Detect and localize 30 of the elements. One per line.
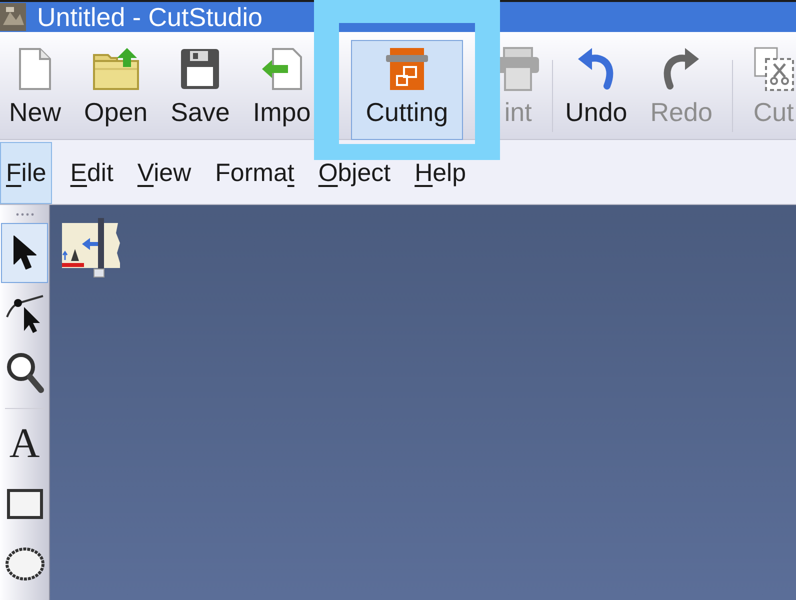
menu-item[interactable]: View [131, 142, 198, 204]
open-button[interactable]: Open [79, 40, 153, 140]
app-icon [0, 3, 26, 31]
cutting-button[interactable]: Cutting [350, 40, 464, 140]
rectangle-icon [6, 489, 42, 519]
magnifier-icon [6, 352, 44, 394]
arrow-cursor-icon [12, 235, 38, 271]
import-button[interactable]: Impo [248, 40, 316, 140]
node-cursor-icon [6, 293, 44, 333]
document-arrow-icon [262, 48, 302, 90]
menu-item[interactable]: Help [408, 142, 472, 204]
redo-icon [662, 48, 700, 90]
undo-icon [577, 48, 616, 90]
new-button[interactable]: New [4, 40, 66, 140]
ellipse-icon [4, 547, 44, 581]
menu-item[interactable]: Format [209, 142, 300, 204]
text-tool-button[interactable]: A [1, 414, 48, 474]
menu-item[interactable]: File [0, 142, 52, 204]
document-icon [19, 48, 51, 90]
window-title: Untitled - CutStudio [37, 2, 262, 32]
folder-arrow-icon [92, 48, 139, 90]
media-sheet-icon [62, 218, 122, 278]
menu-item[interactable]: Object [312, 142, 397, 204]
scissors-icon [754, 47, 794, 91]
menu-item[interactable]: Edit [64, 142, 120, 204]
grip-icon [16, 213, 34, 216]
save-button[interactable]: Save [166, 40, 235, 140]
pointer-tool-button[interactable] [1, 223, 48, 283]
undo-button[interactable]: Undo [560, 40, 632, 140]
cutter-icon [384, 47, 429, 91]
